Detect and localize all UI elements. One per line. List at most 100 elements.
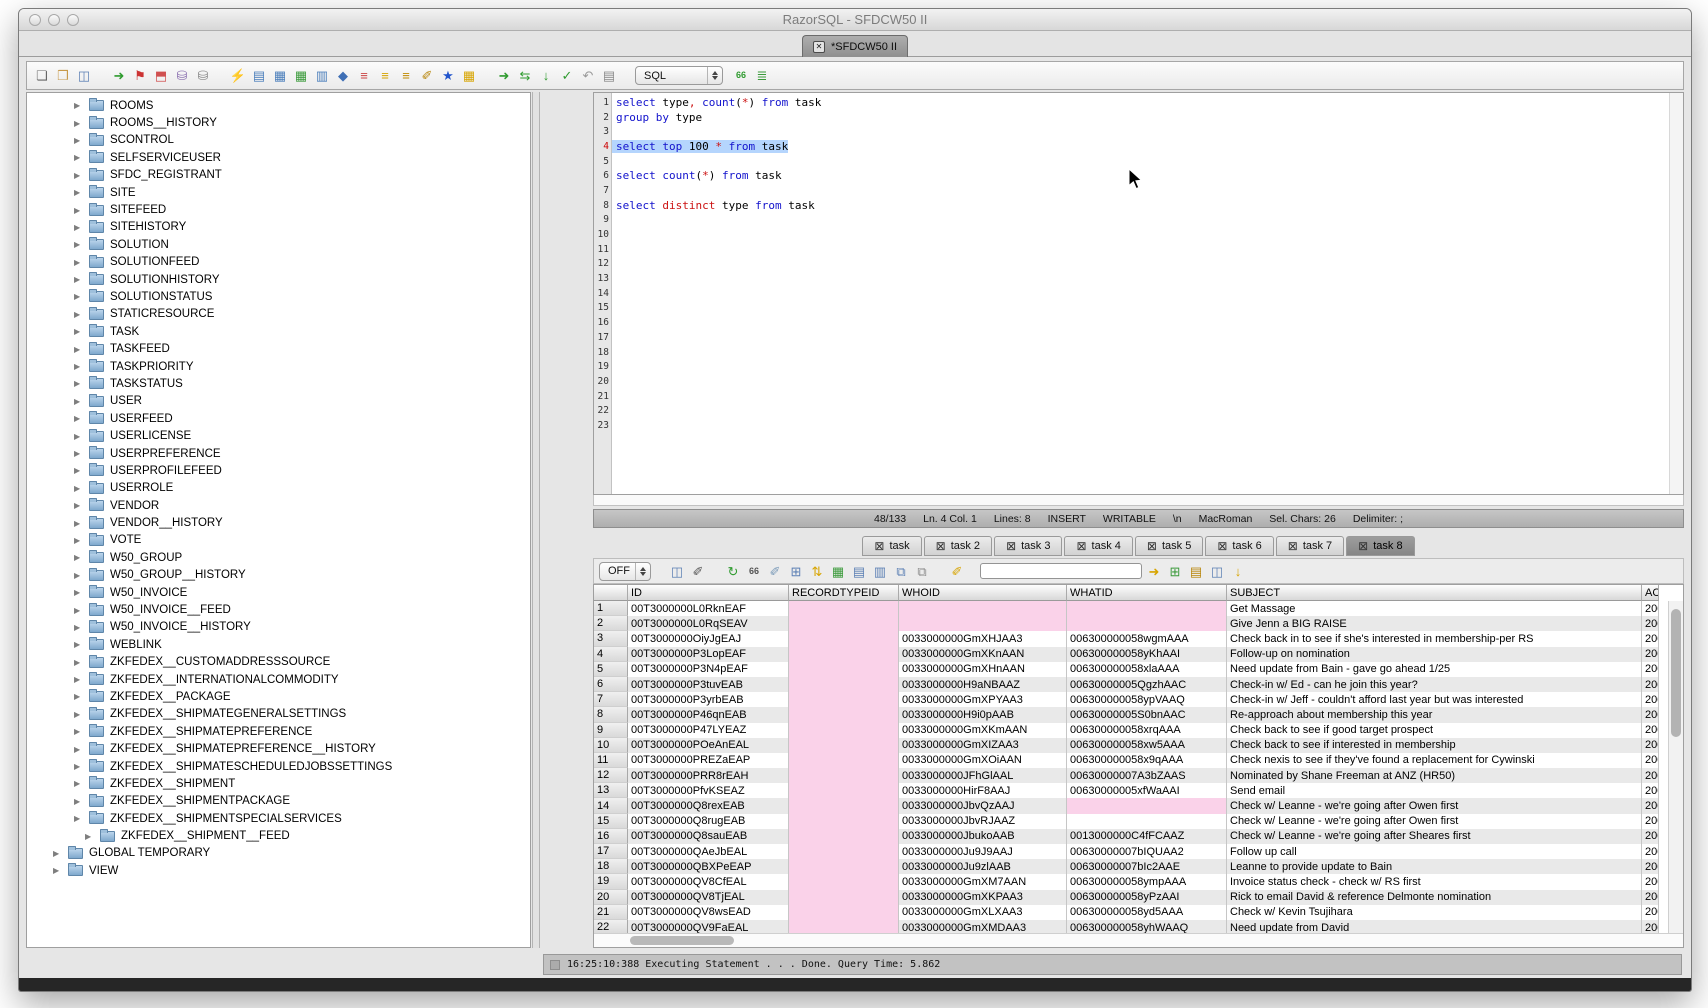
copy-results-icon[interactable]: ⧉ xyxy=(892,562,910,580)
disclosure-triangle-icon[interactable]: ▶ xyxy=(74,588,84,597)
tree-item[interactable]: ▶W50_GROUP__HISTORY xyxy=(27,567,530,584)
results-hscrollbar[interactable] xyxy=(594,933,1683,947)
table-cell-ac[interactable]: 200 xyxy=(1642,829,1659,844)
sort-asc-icon[interactable]: ≡ xyxy=(376,67,394,85)
close-tab-icon[interactable]: ⊠ xyxy=(936,540,946,552)
disclosure-triangle-icon[interactable]: ▶ xyxy=(74,658,84,667)
disclosure-triangle-icon[interactable]: ▶ xyxy=(85,832,95,841)
execute-lightning-icon[interactable]: ⚡ xyxy=(229,67,247,85)
document-tab[interactable]: ✕ *SFDCW50 II xyxy=(802,35,908,57)
row-number-cell[interactable]: 11 xyxy=(594,753,628,768)
editor-line[interactable]: 4select top 100 * from task xyxy=(594,139,1683,154)
row-limit-select[interactable]: OFF xyxy=(599,562,651,581)
disclosure-triangle-icon[interactable]: ▶ xyxy=(74,675,84,684)
disclosure-triangle-icon[interactable]: ▶ xyxy=(74,710,84,719)
table-cell-whatid[interactable]: 006300000058xlaAAA xyxy=(1067,662,1227,677)
edit-form-icon[interactable]: ▤ xyxy=(250,67,268,85)
row-number-cell[interactable]: 5 xyxy=(594,662,628,677)
editor-line[interactable]: 22 xyxy=(594,403,1683,418)
table-cell-whoid[interactable]: 0033000000GmXOiAAN xyxy=(899,753,1067,768)
highlight-icon[interactable]: ✐ xyxy=(948,562,966,580)
editor-line[interactable]: 6select count(*) from task xyxy=(594,168,1683,183)
disclosure-triangle-icon[interactable]: ▶ xyxy=(53,866,63,875)
new-file-icon[interactable]: ❏ xyxy=(33,67,51,85)
tree-item[interactable]: ▶SOLUTIONSTATUS xyxy=(27,288,530,305)
table-cell-whatid[interactable] xyxy=(1067,798,1227,813)
table-cell-ac[interactable]: 200 xyxy=(1642,905,1659,920)
execute-sql-icon[interactable]: ➜ xyxy=(495,67,513,85)
table-cell-whatid[interactable]: 006300000058xrqAAA xyxy=(1067,723,1227,738)
table-cell-subject[interactable]: Rick to email David & reference Delmonte… xyxy=(1227,890,1642,905)
table-cell-whatid[interactable]: 006300000058x9qAAA xyxy=(1067,753,1227,768)
tree-item[interactable]: ▶ROOMS__HISTORY xyxy=(27,114,530,131)
table-cell-id[interactable]: 00T3000000Q8rexEAB xyxy=(628,798,789,813)
disclosure-triangle-icon[interactable]: ▶ xyxy=(74,153,84,162)
save-grid-icon[interactable]: ◫ xyxy=(1208,562,1226,580)
column-header-ac[interactable]: AC xyxy=(1642,585,1659,601)
result-tab-task-8[interactable]: ⊠task 8 xyxy=(1346,536,1414,556)
table-cell-recordtypeid[interactable] xyxy=(789,631,899,646)
tree-item[interactable]: ▶W50_INVOICE xyxy=(27,584,530,601)
column-header-whoid[interactable]: WHOID xyxy=(899,585,1067,601)
table-cell-subject[interactable]: Follow up call xyxy=(1227,844,1642,859)
table-cell-recordtypeid[interactable] xyxy=(789,859,899,874)
table-cell-recordtypeid[interactable] xyxy=(789,829,899,844)
table-cell-whoid[interactable] xyxy=(899,616,1067,631)
disclosure-triangle-icon[interactable]: ▶ xyxy=(74,484,84,493)
table-cell-ac[interactable]: 200 xyxy=(1642,920,1659,933)
editor-line[interactable]: 5 xyxy=(594,154,1683,169)
table-cell-whoid[interactable]: 0033000000GmXMDAA3 xyxy=(899,920,1067,933)
disclosure-triangle-icon[interactable]: ▶ xyxy=(74,345,84,354)
rollback-icon[interactable]: ↶ xyxy=(579,67,597,85)
editor-line[interactable]: 19 xyxy=(594,359,1683,374)
table-cell-ac[interactable]: 200 xyxy=(1642,601,1659,616)
tree-item[interactable]: ▶ZKFEDEX__SHIPMATEGENERALSETTINGS xyxy=(27,706,530,723)
disclosure-triangle-icon[interactable]: ▶ xyxy=(74,779,84,788)
editor-line[interactable]: 3 xyxy=(594,124,1683,139)
row-number-cell[interactable]: 7 xyxy=(594,692,628,707)
table-cell-ac[interactable]: 200 xyxy=(1642,859,1659,874)
table-cell-whatid[interactable]: 00630000005S0bnAAC xyxy=(1067,707,1227,722)
results-search-input[interactable] xyxy=(980,563,1142,579)
save-icon[interactable]: ◫ xyxy=(75,67,93,85)
table-cell-ac[interactable]: 200 xyxy=(1642,707,1659,722)
disclosure-triangle-icon[interactable]: ▶ xyxy=(74,501,84,510)
sql-mode-select[interactable]: SQL xyxy=(635,66,723,85)
table-cell-whoid[interactable]: 0033000000Ju9J9AAJ xyxy=(899,844,1067,859)
table-cell-id[interactable]: 00T3000000QV8wsEAD xyxy=(628,905,789,920)
save-results-icon[interactable]: ◫ xyxy=(668,562,686,580)
table-cell-whatid[interactable]: 006300000058yKhAAI xyxy=(1067,647,1227,662)
tree-item[interactable]: ▶USERROLE xyxy=(27,480,530,497)
table-cell-whoid[interactable]: 0033000000JbukoAAB xyxy=(899,829,1067,844)
row-number-cell[interactable]: 13 xyxy=(594,783,628,798)
table-cell-subject[interactable]: Need update from David xyxy=(1227,920,1642,933)
tree-item[interactable]: ▶SITEHISTORY xyxy=(27,219,530,236)
table-cell-ac[interactable]: 200 xyxy=(1642,798,1659,813)
database-icon[interactable]: ⛁ xyxy=(194,67,212,85)
editor-line[interactable]: 12 xyxy=(594,257,1683,272)
table-cell-whoid[interactable]: 0033000000JFhGlAAL xyxy=(899,768,1067,783)
table-cell-ac[interactable]: 200 xyxy=(1642,677,1659,692)
close-document-icon[interactable]: ✕ xyxy=(813,41,825,53)
tree-item[interactable]: ▶GLOBAL TEMPORARY xyxy=(27,845,530,862)
table-cell-recordtypeid[interactable] xyxy=(789,723,899,738)
sort-results-icon[interactable]: ⇅ xyxy=(808,562,826,580)
editor-line[interactable]: 18 xyxy=(594,345,1683,360)
table-cell-subject[interactable]: Check back in to see if she's interested… xyxy=(1227,631,1642,646)
tree-item[interactable]: ▶SOLUTIONHISTORY xyxy=(27,271,530,288)
tree-item[interactable]: ▶W50_INVOICE__FEED xyxy=(27,601,530,618)
table-cell-id[interactable]: 00T3000000QAeJbEAL xyxy=(628,844,789,859)
table-cell-whatid[interactable]: 00630000005QgzhAAC xyxy=(1067,677,1227,692)
table-cell-id[interactable]: 00T3000000L0RqSEAV xyxy=(628,616,789,631)
disclosure-triangle-icon[interactable]: ▶ xyxy=(74,258,84,267)
splitter-handle[interactable] xyxy=(532,92,540,948)
table-cell-recordtypeid[interactable] xyxy=(789,920,899,933)
table-cell-recordtypeid[interactable] xyxy=(789,677,899,692)
table-cell-whoid[interactable]: 0033000000GmXM7AAN xyxy=(899,874,1067,889)
table-cell-ac[interactable]: 200 xyxy=(1642,738,1659,753)
table-favorite-icon[interactable]: ▦ xyxy=(460,67,478,85)
table-cell-whatid[interactable] xyxy=(1067,814,1227,829)
tree-item[interactable]: ▶USERFEED xyxy=(27,410,530,427)
table-cell-whatid[interactable]: 0013000000C4fFCAAZ xyxy=(1067,829,1227,844)
table-cell-recordtypeid[interactable] xyxy=(789,814,899,829)
